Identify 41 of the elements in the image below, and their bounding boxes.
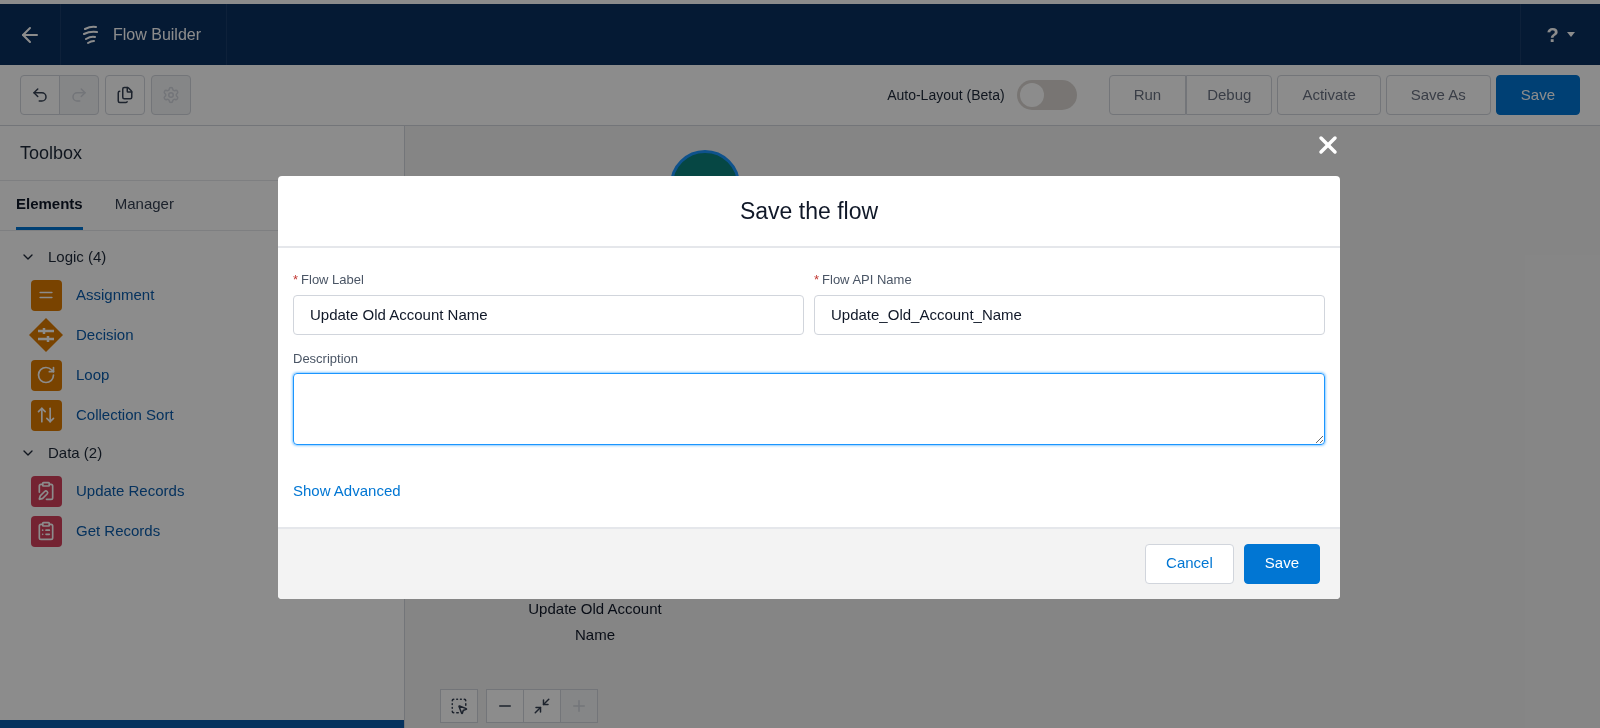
panel-tab[interactable]: Manager bbox=[114, 181, 174, 230]
element-item[interactable]: Update Records bbox=[20, 471, 185, 511]
save-button[interactable]: Save bbox=[1243, 543, 1320, 584]
copy-button[interactable] bbox=[105, 75, 145, 115]
dialog-title: Save the flow bbox=[739, 196, 879, 226]
app-title: Flow Builder bbox=[113, 24, 202, 45]
marquee-select-icon[interactable] bbox=[440, 689, 478, 723]
node-label: Update Old Account Name bbox=[527, 599, 663, 645]
group-toggle[interactable]: Data (2) bbox=[20, 435, 103, 471]
up-down-arrows-icon bbox=[30, 399, 62, 431]
required-mark: * bbox=[293, 271, 299, 289]
element-item[interactable]: Collection Sort bbox=[20, 395, 174, 435]
group-toggle[interactable]: Logic (4) bbox=[20, 239, 107, 275]
text-field[interactable]: Update Old Account Name bbox=[293, 294, 804, 335]
auto-layout-toggle[interactable] bbox=[1016, 80, 1077, 110]
equals-icon bbox=[30, 279, 62, 311]
caret-icon bbox=[1566, 32, 1575, 37]
element-item[interactable]: Assignment bbox=[20, 275, 155, 315]
field-label: Flow Label bbox=[301, 271, 364, 289]
shrink-arrows-icon[interactable] bbox=[523, 689, 561, 723]
show-advanced-link[interactable]: Show Advanced bbox=[293, 480, 401, 503]
field-label: Description bbox=[293, 349, 360, 368]
field-label: Flow API Name bbox=[822, 271, 912, 289]
toolbox-title: Toolbox bbox=[20, 141, 83, 165]
undo-button[interactable] bbox=[20, 75, 60, 115]
element-item[interactable]: Get Records bbox=[20, 511, 161, 551]
description-field[interactable] bbox=[293, 373, 1325, 445]
clipboard-pen-icon bbox=[30, 475, 62, 507]
clipboard-list-icon bbox=[30, 515, 62, 547]
auto-layout-label: Auto-Layout (Beta) bbox=[887, 85, 1005, 105]
cancel-button[interactable]: Cancel bbox=[1145, 543, 1234, 584]
required-mark: * bbox=[814, 271, 820, 289]
flow-logo-icon bbox=[81, 24, 101, 45]
element-item[interactable]: Loop bbox=[20, 355, 110, 395]
element-item[interactable]: Decision bbox=[20, 315, 134, 355]
undo-icon bbox=[31, 86, 49, 104]
save-button[interactable]: Save bbox=[1495, 75, 1580, 115]
text-field[interactable]: Update_Old_Account_Name bbox=[814, 294, 1325, 335]
panel-tab[interactable]: Elements bbox=[16, 181, 83, 230]
copy-icon bbox=[116, 86, 134, 104]
decision-diamond-icon bbox=[28, 317, 64, 353]
